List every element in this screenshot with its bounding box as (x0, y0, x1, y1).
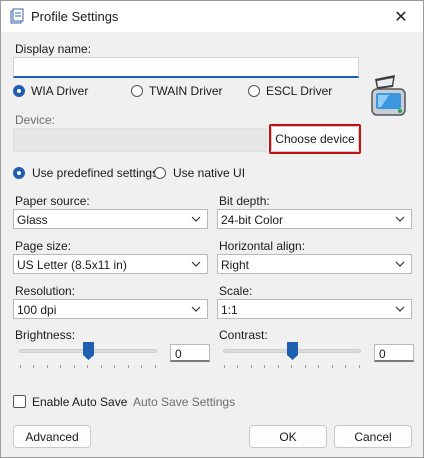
page-size-value: US Letter (8.5x11 in) (17, 258, 127, 272)
enable-auto-save-label: Enable Auto Save (32, 395, 128, 409)
chevron-down-icon (191, 306, 201, 312)
paper-source-value: Glass (17, 213, 48, 227)
native-ui-label: Use native UI (173, 166, 246, 180)
escl-label: ESCL Driver (266, 84, 333, 98)
chevron-down-icon (395, 261, 405, 267)
advanced-button-label: Advanced (25, 429, 79, 444)
cancel-button-label: Cancel (354, 429, 392, 444)
brightness-thumb[interactable] (82, 342, 94, 360)
wia-label: WIA Driver (31, 84, 89, 98)
scanner-icon (371, 75, 406, 116)
resolution-value: 100 dpi (17, 303, 57, 317)
ok-button[interactable]: OK (249, 425, 327, 448)
window-title: Profile Settings (31, 9, 119, 24)
chevron-down-icon (395, 306, 405, 312)
scale-label: Scale: (219, 284, 253, 298)
scale-value: 1:1 (221, 303, 238, 317)
ok-button-label: OK (279, 429, 297, 444)
twain-radio[interactable] (131, 85, 143, 97)
resolution-label: Resolution: (15, 284, 76, 298)
scale-select[interactable]: 1:1 (217, 299, 412, 319)
bit-depth-value: 24-bit Color (221, 213, 284, 227)
escl-radio[interactable] (248, 85, 260, 97)
contrast-ticks (224, 365, 360, 368)
chevron-down-icon (191, 216, 201, 222)
device-label: Device: (15, 113, 56, 127)
choose-device-label: Choose device (275, 132, 355, 146)
device-field (13, 128, 267, 152)
horizontal-align-value: Right (221, 258, 250, 272)
bit-depth-label: Bit depth: (219, 194, 270, 208)
auto-save-settings-link[interactable]: Auto Save Settings (133, 395, 235, 409)
title-bar: Profile Settings ✕ (1, 1, 423, 32)
page-size-select[interactable]: US Letter (8.5x11 in) (13, 254, 208, 274)
predefined-settings-label: Use predefined settings (32, 166, 159, 180)
contrast-value-input[interactable]: 0 (374, 344, 414, 362)
brightness-value-input[interactable]: 0 (170, 344, 210, 362)
profile-settings-dialog: Profile Settings ✕ Display name: WIA Dri… (0, 0, 424, 458)
horizontal-align-label: Horizontal align: (219, 239, 306, 253)
enable-auto-save-checkbox[interactable] (13, 395, 26, 408)
paper-source-label: Paper source: (15, 194, 90, 208)
bit-depth-select[interactable]: 24-bit Color (217, 209, 412, 229)
wia-radio[interactable] (13, 85, 25, 97)
paper-source-select[interactable]: Glass (13, 209, 208, 229)
close-button[interactable]: ✕ (379, 1, 423, 32)
cancel-button[interactable]: Cancel (334, 425, 412, 448)
native-ui-radio[interactable] (154, 167, 166, 179)
brightness-label: Brightness: (15, 328, 76, 342)
choose-device-button[interactable]: Choose device (269, 124, 361, 154)
advanced-button[interactable]: Advanced (13, 425, 91, 448)
chevron-down-icon (395, 216, 405, 222)
contrast-thumb[interactable] (286, 342, 298, 360)
predefined-settings-radio[interactable] (13, 167, 25, 179)
app-icon (10, 8, 24, 24)
display-name-input[interactable] (13, 57, 359, 78)
contrast-label: Contrast: (219, 328, 268, 342)
chevron-down-icon (191, 261, 201, 267)
resolution-select[interactable]: 100 dpi (13, 299, 208, 319)
brightness-ticks (20, 365, 156, 368)
horizontal-align-select[interactable]: Right (217, 254, 412, 274)
display-name-label: Display name: (15, 42, 92, 56)
page-size-label: Page size: (15, 239, 72, 253)
twain-label: TWAIN Driver (149, 84, 223, 98)
close-icon: ✕ (394, 8, 408, 26)
